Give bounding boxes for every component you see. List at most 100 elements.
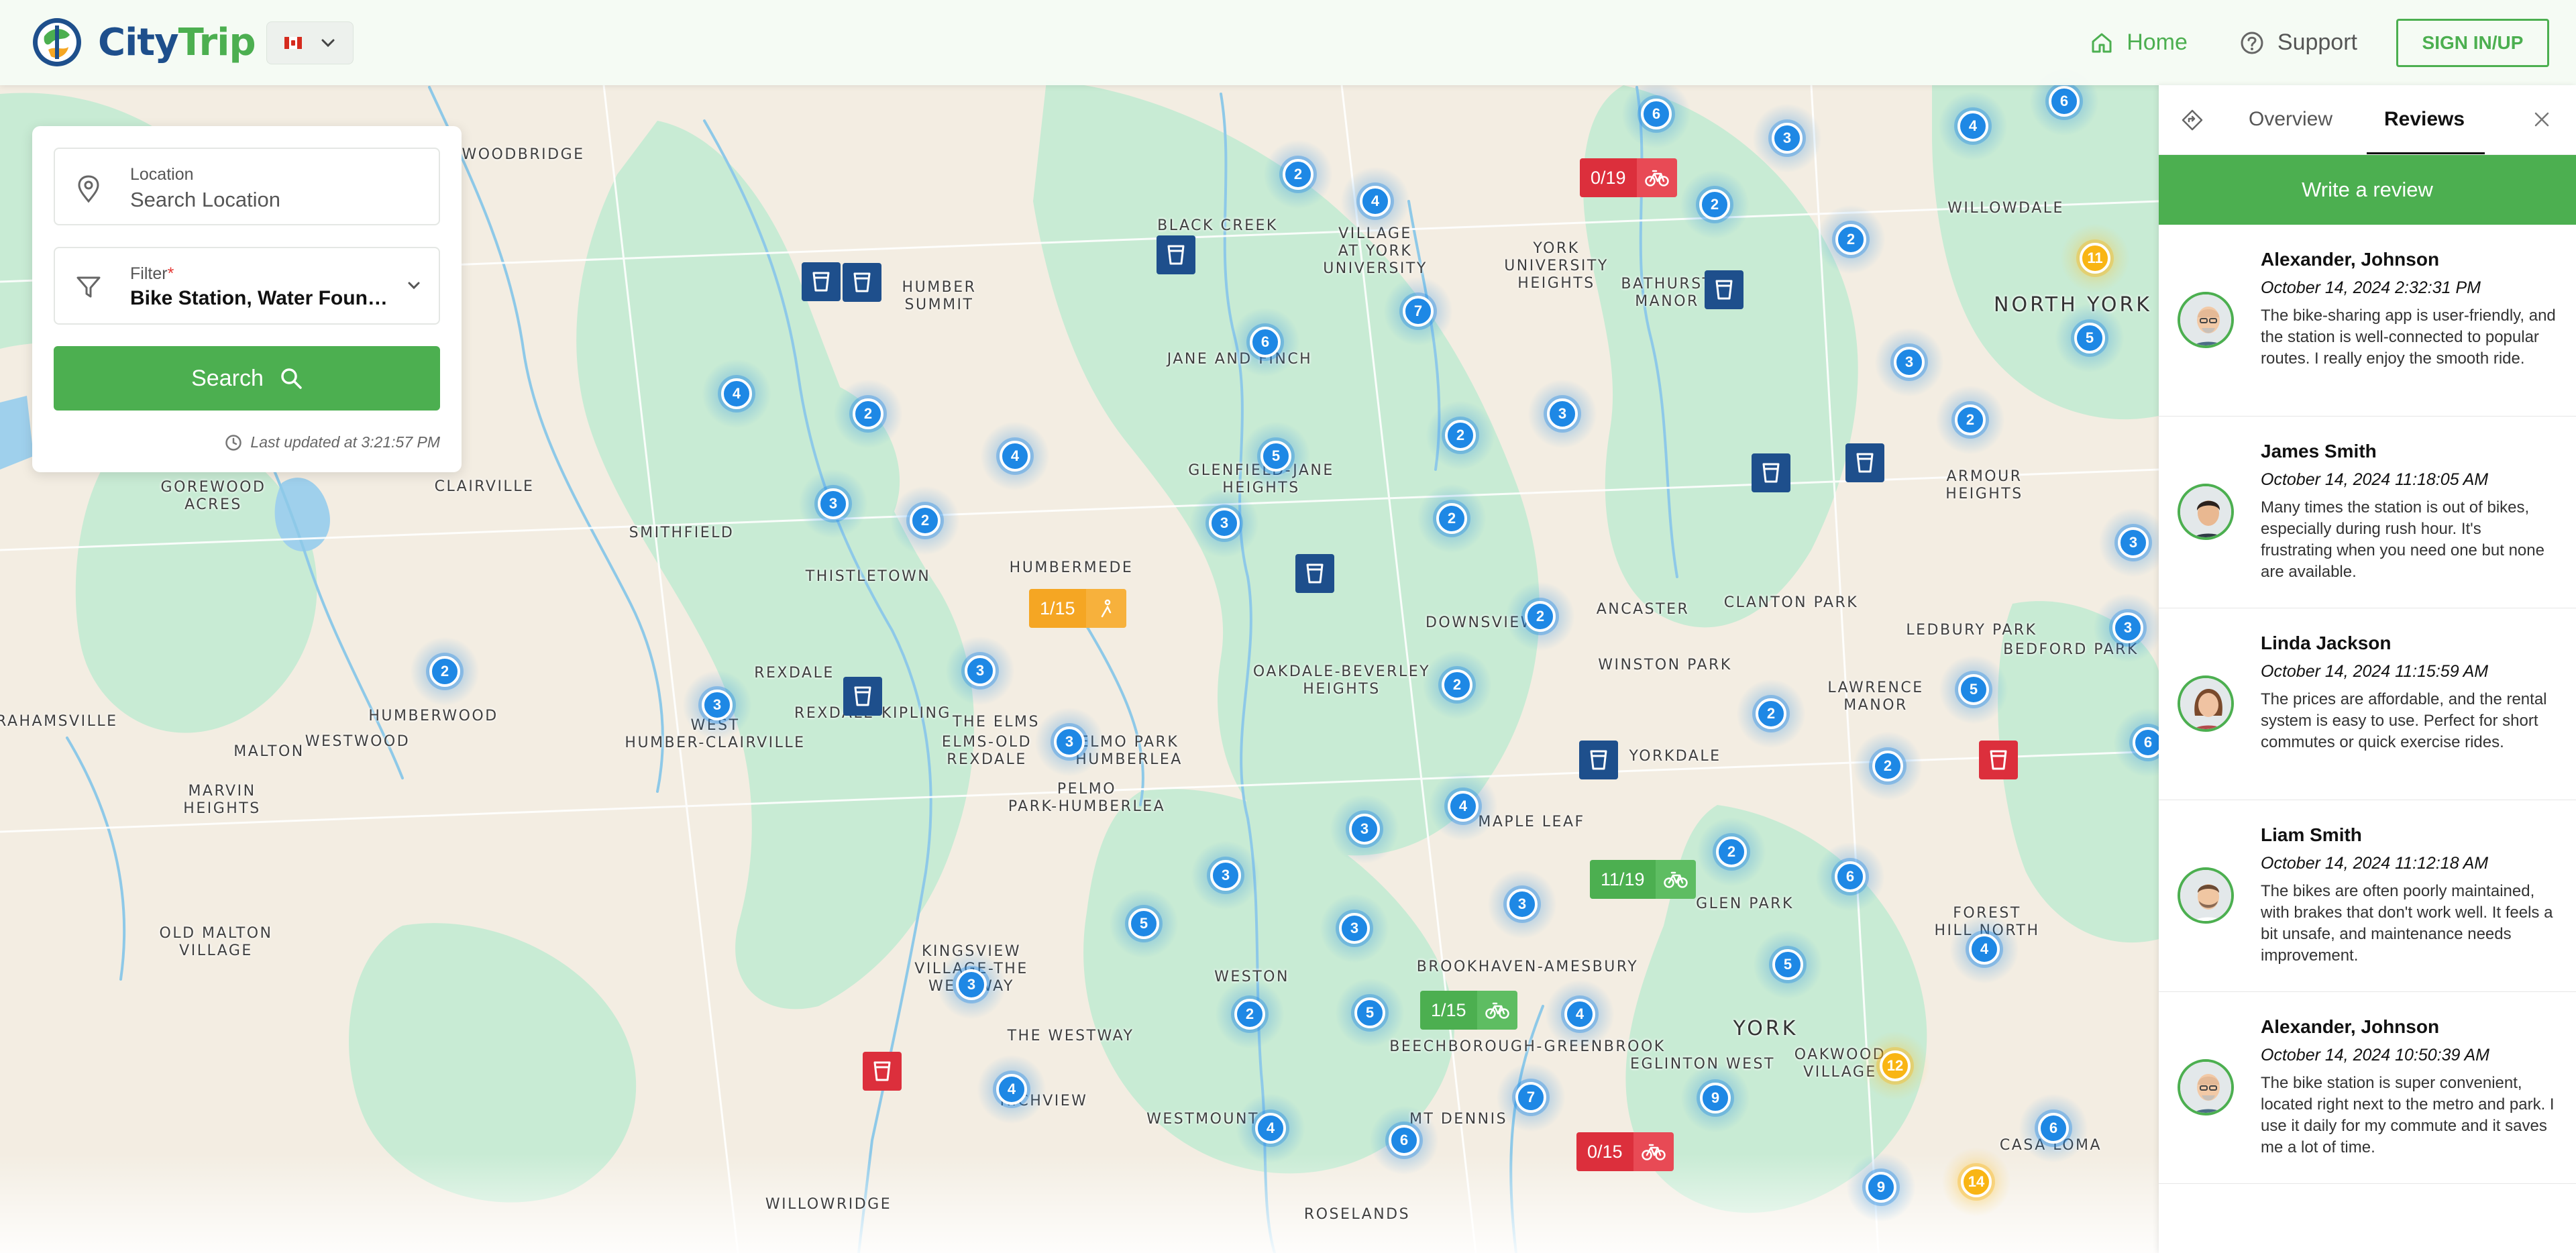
tab-overview[interactable]: Overview — [2249, 108, 2332, 131]
cluster-count: 2 — [1716, 836, 1747, 867]
reviewer-name: Linda Jackson — [2261, 633, 2392, 653]
cluster-marker[interactable]: 2 — [410, 637, 480, 706]
cluster-marker[interactable]: 2 — [1697, 817, 1766, 887]
cluster-marker[interactable]: 3 — [1320, 893, 1389, 963]
logo[interactable]: CityTrip — [31, 16, 256, 68]
cluster-marker[interactable]: 3 — [2093, 593, 2163, 663]
cluster-marker[interactable]: 5 — [1109, 889, 1179, 959]
cluster-marker[interactable]: 7 — [1496, 1063, 1566, 1132]
sign-in-button[interactable]: SIGN IN/UP — [2396, 18, 2549, 67]
cluster-marker[interactable]: 4 — [1949, 914, 2019, 984]
location-label: Location — [130, 165, 194, 184]
cluster-marker[interactable]: 3 — [1034, 707, 1104, 777]
bike-station-marker[interactable]: 1/15 — [1420, 991, 1517, 1030]
cluster-marker[interactable]: 3 — [682, 670, 752, 740]
cluster-marker[interactable]: 5 — [1241, 421, 1311, 491]
directions-icon[interactable] — [2182, 109, 2203, 131]
filter-select[interactable]: Filter* Bike Station, Water Fountain — [54, 247, 440, 325]
cluster-marker[interactable]: 2 — [1935, 385, 2005, 455]
place-label: REXDALE — [754, 665, 835, 682]
cluster-marker[interactable]: 3 — [798, 469, 868, 539]
water-fountain-marker[interactable] — [1845, 443, 1884, 482]
cluster-marker[interactable]: 9 — [1846, 1152, 1916, 1222]
cluster-count: 3 — [702, 690, 733, 720]
review-card: Linda Jackson October 14, 2024 11:15:59 A… — [2159, 608, 2576, 800]
water-fountain-marker[interactable] — [843, 263, 881, 302]
cluster-marker[interactable]: 3 — [1487, 869, 1557, 939]
cluster-marker[interactable]: 5 — [1753, 930, 1823, 999]
cluster-marker[interactable]: 5 — [1335, 978, 1405, 1048]
water-fountain-marker[interactable] — [1295, 554, 1334, 593]
cluster-count: 3 — [1547, 398, 1578, 429]
cluster-marker[interactable]: 3 — [1527, 379, 1597, 449]
review-text: The prices are affordable, and the renta… — [2261, 690, 2547, 751]
water-fountain-marker[interactable] — [802, 262, 841, 301]
cluster-marker[interactable]: 2 — [1680, 170, 1750, 239]
cluster-marker[interactable]: 3 — [1752, 103, 1822, 173]
water-fountain-icon — [873, 1061, 891, 1081]
cluster-marker[interactable]: 4 — [1340, 166, 1410, 236]
cluster-marker[interactable]: 2 — [1263, 140, 1333, 209]
water-fountain-marker[interactable] — [1157, 235, 1195, 274]
cluster-marker[interactable]: 2 — [1853, 731, 1923, 801]
cluster-marker[interactable]: 2 — [1215, 979, 1285, 1049]
bike-station-marker[interactable]: 0/15 — [1576, 1132, 1674, 1171]
cluster-marker[interactable]: 12 — [1860, 1031, 1930, 1101]
cluster-marker[interactable]: 4 — [1938, 91, 2008, 161]
cluster-marker[interactable]: 3 — [2098, 508, 2168, 578]
bike-station-marker[interactable]: 0/19 — [1580, 158, 1677, 197]
main-nav: Home Support SIGN IN/UP — [2090, 0, 2576, 85]
cluster-marker[interactable]: 4 — [1236, 1093, 1305, 1163]
nav-support[interactable]: Support — [2240, 30, 2357, 56]
cluster-marker[interactable]: 4 — [1545, 979, 1615, 1049]
cluster-marker[interactable]: 2 — [833, 379, 903, 449]
cluster-marker[interactable]: 2 — [1426, 400, 1495, 470]
water-fountain-marker[interactable] — [843, 677, 882, 716]
cluster-marker[interactable]: 6 — [2019, 1093, 2088, 1163]
water-fountain-marker[interactable] — [1979, 741, 2018, 779]
close-icon[interactable] — [2532, 109, 2552, 129]
cluster-marker[interactable]: 2 — [1736, 679, 1806, 749]
nav-home[interactable]: Home — [2090, 30, 2188, 56]
cluster-marker[interactable]: 2 — [1417, 484, 1487, 553]
cluster-marker[interactable]: 5 — [1939, 655, 2008, 724]
tab-reviews[interactable]: Reviews — [2384, 108, 2465, 131]
search-button[interactable]: Search — [54, 346, 440, 411]
cluster-marker[interactable]: 6 — [1621, 79, 1691, 149]
nav-support-label: Support — [2277, 30, 2357, 55]
cluster-count: 3 — [1339, 913, 1370, 944]
water-fountain-marker[interactable] — [1705, 270, 1743, 309]
cluster-marker[interactable]: 4 — [702, 359, 771, 429]
cluster-marker[interactable]: 2 — [1816, 205, 1886, 274]
cluster-marker[interactable]: 9 — [1680, 1063, 1750, 1133]
cluster-marker[interactable]: 6 — [1230, 307, 1300, 377]
cluster-marker[interactable]: 3 — [1330, 794, 1399, 864]
water-fountain-marker[interactable] — [863, 1052, 902, 1091]
language-selector[interactable] — [266, 21, 354, 64]
cluster-marker[interactable]: 3 — [936, 950, 1006, 1020]
bike-station-marker[interactable]: 1/15 — [1029, 589, 1126, 628]
water-fountain-marker[interactable] — [1579, 741, 1618, 779]
cluster-marker[interactable]: 3 — [1191, 840, 1260, 910]
cluster-marker[interactable]: 2 — [1505, 582, 1575, 651]
cluster-marker[interactable]: 7 — [1383, 276, 1453, 346]
cluster-count: 3 — [1054, 726, 1085, 757]
location-input[interactable]: Search Location — [130, 188, 412, 212]
cluster-marker[interactable]: 5 — [2055, 303, 2125, 373]
bike-station-marker[interactable]: 11/19 — [1590, 860, 1696, 899]
cluster-marker[interactable]: 11 — [2060, 223, 2130, 293]
cluster-marker[interactable]: 2 — [890, 486, 960, 555]
cluster-marker[interactable]: 14 — [1941, 1147, 2011, 1217]
cluster-marker[interactable]: 4 — [980, 421, 1050, 491]
cluster-marker[interactable]: 4 — [1428, 771, 1498, 841]
location-field[interactable]: Location Search Location — [54, 148, 440, 225]
write-review-button[interactable]: Write a review — [2159, 155, 2576, 225]
cluster-marker[interactable]: 2 — [1422, 650, 1492, 720]
cluster-marker[interactable]: 6 — [1369, 1105, 1439, 1175]
cluster-marker[interactable]: 3 — [1189, 488, 1259, 558]
cluster-marker[interactable]: 6 — [1815, 842, 1885, 912]
cluster-marker[interactable]: 4 — [977, 1054, 1046, 1124]
cluster-marker[interactable]: 3 — [1874, 327, 1944, 397]
water-fountain-marker[interactable] — [1752, 453, 1790, 492]
cluster-marker[interactable]: 3 — [945, 636, 1015, 706]
